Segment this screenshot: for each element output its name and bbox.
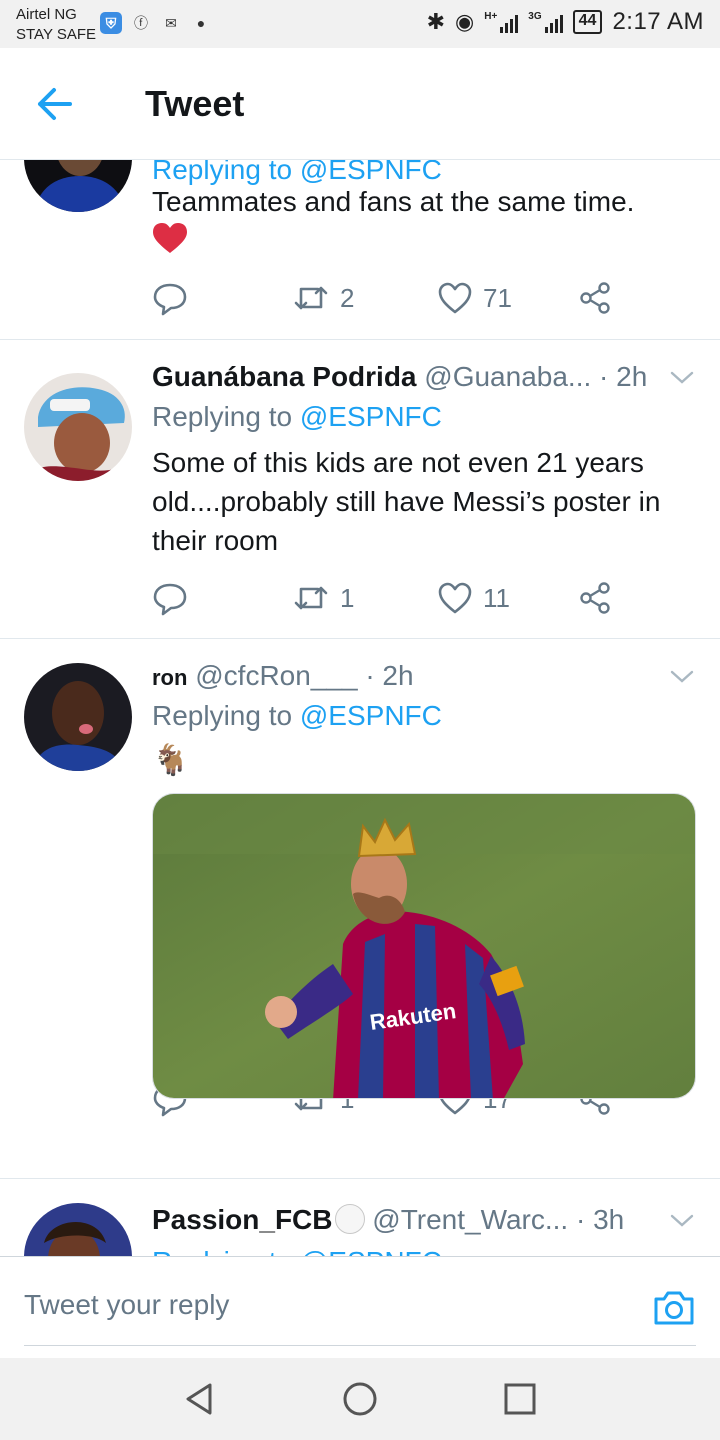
like-heart-icon [438,582,472,614]
nav-home-button[interactable] [340,1379,380,1419]
tweet-time: · 3h [576,1204,625,1235]
author-name[interactable]: Passion_FCB [152,1204,365,1235]
share-button[interactable] [578,278,612,318]
avatar[interactable] [24,373,132,481]
retweet-icon [294,586,328,610]
retweet-count: 1 [340,582,355,613]
nav-back-button[interactable] [180,1379,220,1419]
carrier-subtext: STAY SAFE [16,26,97,43]
notification-icons: ⛨ ⓕ ✉ ● [100,12,212,34]
nav-recents-button[interactable] [500,1379,540,1419]
avatar[interactable] [24,160,132,212]
like-button[interactable]: 71 [437,278,512,318]
tweet-options-button[interactable] [668,668,696,686]
mail-icon: ✉ [165,15,177,31]
camera-icon [654,1291,694,1325]
battery-indicator: 44 [572,10,603,34]
circle-home-icon [343,1382,377,1416]
like-count: 11 [483,582,510,613]
author-handle[interactable]: @Trent_Warc... [372,1204,568,1235]
back-arrow-icon [38,88,72,120]
tweet-time: · 2h [599,361,648,392]
replying-to-handle[interactable]: @ESPNFC [300,700,442,731]
reply-button[interactable] [152,278,188,318]
chevron-down-icon [670,371,694,384]
system-indicators: ✱ ◉ H+ 3G 44 2:17 AM [427,8,704,36]
tweet-text: Some of this kids are not even 21 years … [152,447,661,556]
author-name[interactable]: ron [152,665,187,690]
replying-to-handle[interactable]: @ESPNFC [300,401,442,432]
reply-icon [153,583,187,616]
tweet-options-button[interactable] [668,369,696,387]
reply-button[interactable] [152,578,188,618]
tweet-text: Teammates and fans at the same time. [152,186,635,217]
eye-comfort-icon: ◉ [455,9,475,34]
author-handle[interactable]: @cfcRon___ [195,660,357,691]
goat-emoji: 🐐 [152,744,190,777]
heart-emoji-icon [153,223,187,253]
reply-icon [153,283,187,316]
triangle-back-icon [186,1383,212,1415]
tweet-options-button[interactable] [668,1212,696,1230]
like-heart-icon [438,282,472,314]
signal-2-icon: 3G [528,11,563,33]
share-icon [580,582,610,614]
author-name[interactable]: Guanábana Podrida [152,361,417,392]
page-title: Tweet [145,83,245,124]
tweet-media-image[interactable]: Rakuten [152,793,696,1099]
reply-underline [24,1345,696,1346]
back-button[interactable] [30,82,80,126]
status-bar: Airtel NG STAY SAFE ⛨ ⓕ ✉ ● ✱ ◉ H+ 3G 44… [0,0,720,48]
signal-1-icon: H+ [484,11,519,33]
replying-to: Replying to @ESPNFC [152,700,442,731]
reply-composer [0,1256,720,1358]
tweet-actions: 1 11 [152,578,622,618]
chat-icon: ● [196,15,206,31]
retweet-count: 2 [340,282,355,313]
share-button[interactable] [578,578,612,618]
chevron-down-icon [670,670,694,683]
carrier-info: Airtel NG STAY SAFE [16,5,96,45]
tweet-header: Guanábana Podrida @Guanaba... · 2h [152,359,656,395]
android-nav-bar [0,1358,720,1440]
reply-input[interactable] [24,1279,624,1331]
share-icon [580,282,610,314]
avatar[interactable] [24,1203,132,1256]
tweet-time: · 2h [365,660,414,691]
vibrate-icon: ✱ [426,9,446,34]
carrier-name: Airtel NG [16,6,77,23]
heart-emoji [152,222,188,264]
like-button[interactable]: 11 [437,578,510,618]
replying-to: Replying to @ESPNFC [152,1244,442,1256]
retweet-button[interactable]: 1 [292,578,354,618]
camera-button[interactable] [652,1287,696,1327]
retweet-button[interactable]: 2 [292,278,354,318]
like-count: 71 [483,282,512,313]
square-recents-icon [504,1383,536,1415]
tweet-header: Passion_FCB @Trent_Warc... · 3h [152,1202,656,1238]
avatar[interactable] [24,663,132,771]
tweet-item[interactable]: ron @cfcRon___ · 2h Replying to @ESPNFC … [0,639,720,1179]
facebook-icon: ⓕ [134,15,148,31]
tweet-item[interactable]: Replying to @ESPNFC Teammates and fans a… [0,160,720,340]
chevron-down-icon [670,1214,694,1227]
shield-app-icon: ⛨ [100,12,122,34]
replying-to: Replying to @ESPNFC [152,401,442,432]
tweet-item[interactable]: Guanábana Podrida @Guanaba... · 2h Reply… [0,340,720,639]
screen: Airtel NG STAY SAFE ⛨ ⓕ ✉ ● ✱ ◉ H+ 3G 44… [0,0,720,1440]
tweet-actions: 2 71 [152,278,622,318]
app-bar: Tweet [0,48,720,160]
tweet-header: ron @cfcRon___ · 2h [152,658,656,694]
author-handle[interactable]: @Guanaba... [424,361,591,392]
white-circle-emoji [334,1204,365,1234]
retweet-icon [294,286,328,310]
clock: 2:17 AM [612,8,704,35]
tweet-item[interactable]: Passion_FCB @Trent_Warc... · 3h Replying… [0,1179,720,1256]
reply-feed: Replying to @ESPNFC Teammates and fans a… [0,160,720,1256]
